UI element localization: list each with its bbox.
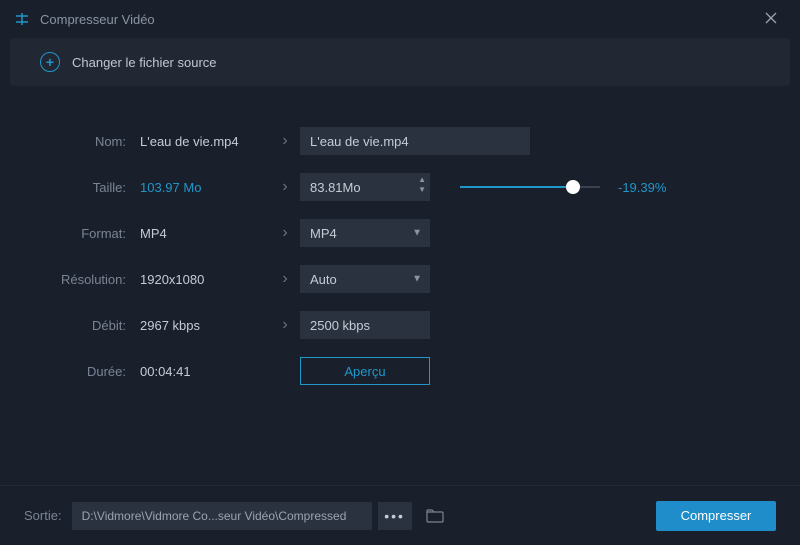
row-bitrate: Débit: 2967 kbps › xyxy=(50,302,750,348)
open-folder-button[interactable] xyxy=(420,502,450,530)
chevron-right-icon: › xyxy=(270,178,300,196)
source-duration: 00:04:41 xyxy=(140,364,270,379)
source-format: MP4 xyxy=(140,226,270,241)
output-path[interactable] xyxy=(72,502,372,530)
select-resolution[interactable] xyxy=(300,265,430,293)
chevron-up-icon[interactable]: ▲ xyxy=(418,175,426,185)
row-format: Format: MP4 › ▼ xyxy=(50,210,750,256)
change-source-label: Changer le fichier source xyxy=(72,55,217,70)
size-stepper[interactable]: ▲▼ xyxy=(418,175,426,196)
input-name[interactable] xyxy=(300,127,530,155)
label-size: Taille: xyxy=(50,180,140,195)
slider-fill xyxy=(460,186,572,188)
source-name: L'eau de vie.mp4 xyxy=(140,134,270,149)
chevron-down-icon[interactable]: ▼ xyxy=(418,185,426,195)
input-size[interactable] xyxy=(300,173,430,201)
plus-circle-icon: + xyxy=(40,52,60,72)
row-resolution: Résolution: 1920x1080 › ▼ xyxy=(50,256,750,302)
row-name: Nom: L'eau de vie.mp4 › xyxy=(50,118,750,164)
app-icon xyxy=(14,11,30,27)
titlebar: Compresseur Vidéo xyxy=(0,0,800,38)
chevron-right-icon: › xyxy=(270,224,300,242)
chevron-right-icon: › xyxy=(270,270,300,288)
slider-thumb[interactable] xyxy=(566,180,580,194)
input-bitrate[interactable] xyxy=(300,311,430,339)
label-duration: Durée: xyxy=(50,364,140,379)
close-icon xyxy=(764,11,778,25)
source-bitrate: 2967 kbps xyxy=(140,318,270,333)
preview-button[interactable]: Aperçu xyxy=(300,357,430,385)
chevron-right-icon: › xyxy=(270,316,300,334)
change-source-row[interactable]: + Changer le fichier source xyxy=(10,38,790,86)
label-resolution: Résolution: xyxy=(50,272,140,287)
size-slider[interactable] xyxy=(460,186,600,188)
output-label: Sortie: xyxy=(24,508,62,523)
window-title: Compresseur Vidéo xyxy=(40,12,756,27)
source-size: 103.97 Mo xyxy=(140,180,270,195)
close-button[interactable] xyxy=(756,5,786,34)
folder-icon xyxy=(426,509,444,523)
settings-panel: Nom: L'eau de vie.mp4 › Taille: 103.97 M… xyxy=(0,86,800,394)
label-name: Nom: xyxy=(50,134,140,149)
footer: Sortie: ••• Compresser xyxy=(0,485,800,545)
label-bitrate: Débit: xyxy=(50,318,140,333)
chevron-right-icon: › xyxy=(270,132,300,150)
source-resolution: 1920x1080 xyxy=(140,272,270,287)
label-format: Format: xyxy=(50,226,140,241)
select-format[interactable] xyxy=(300,219,430,247)
row-size: Taille: 103.97 Mo › ▲▼ -19.39% xyxy=(50,164,750,210)
size-percent: -19.39% xyxy=(618,180,666,195)
row-duration: Durée: 00:04:41 Aperçu xyxy=(50,348,750,394)
compress-button[interactable]: Compresser xyxy=(656,501,776,531)
browse-button[interactable]: ••• xyxy=(378,502,412,530)
